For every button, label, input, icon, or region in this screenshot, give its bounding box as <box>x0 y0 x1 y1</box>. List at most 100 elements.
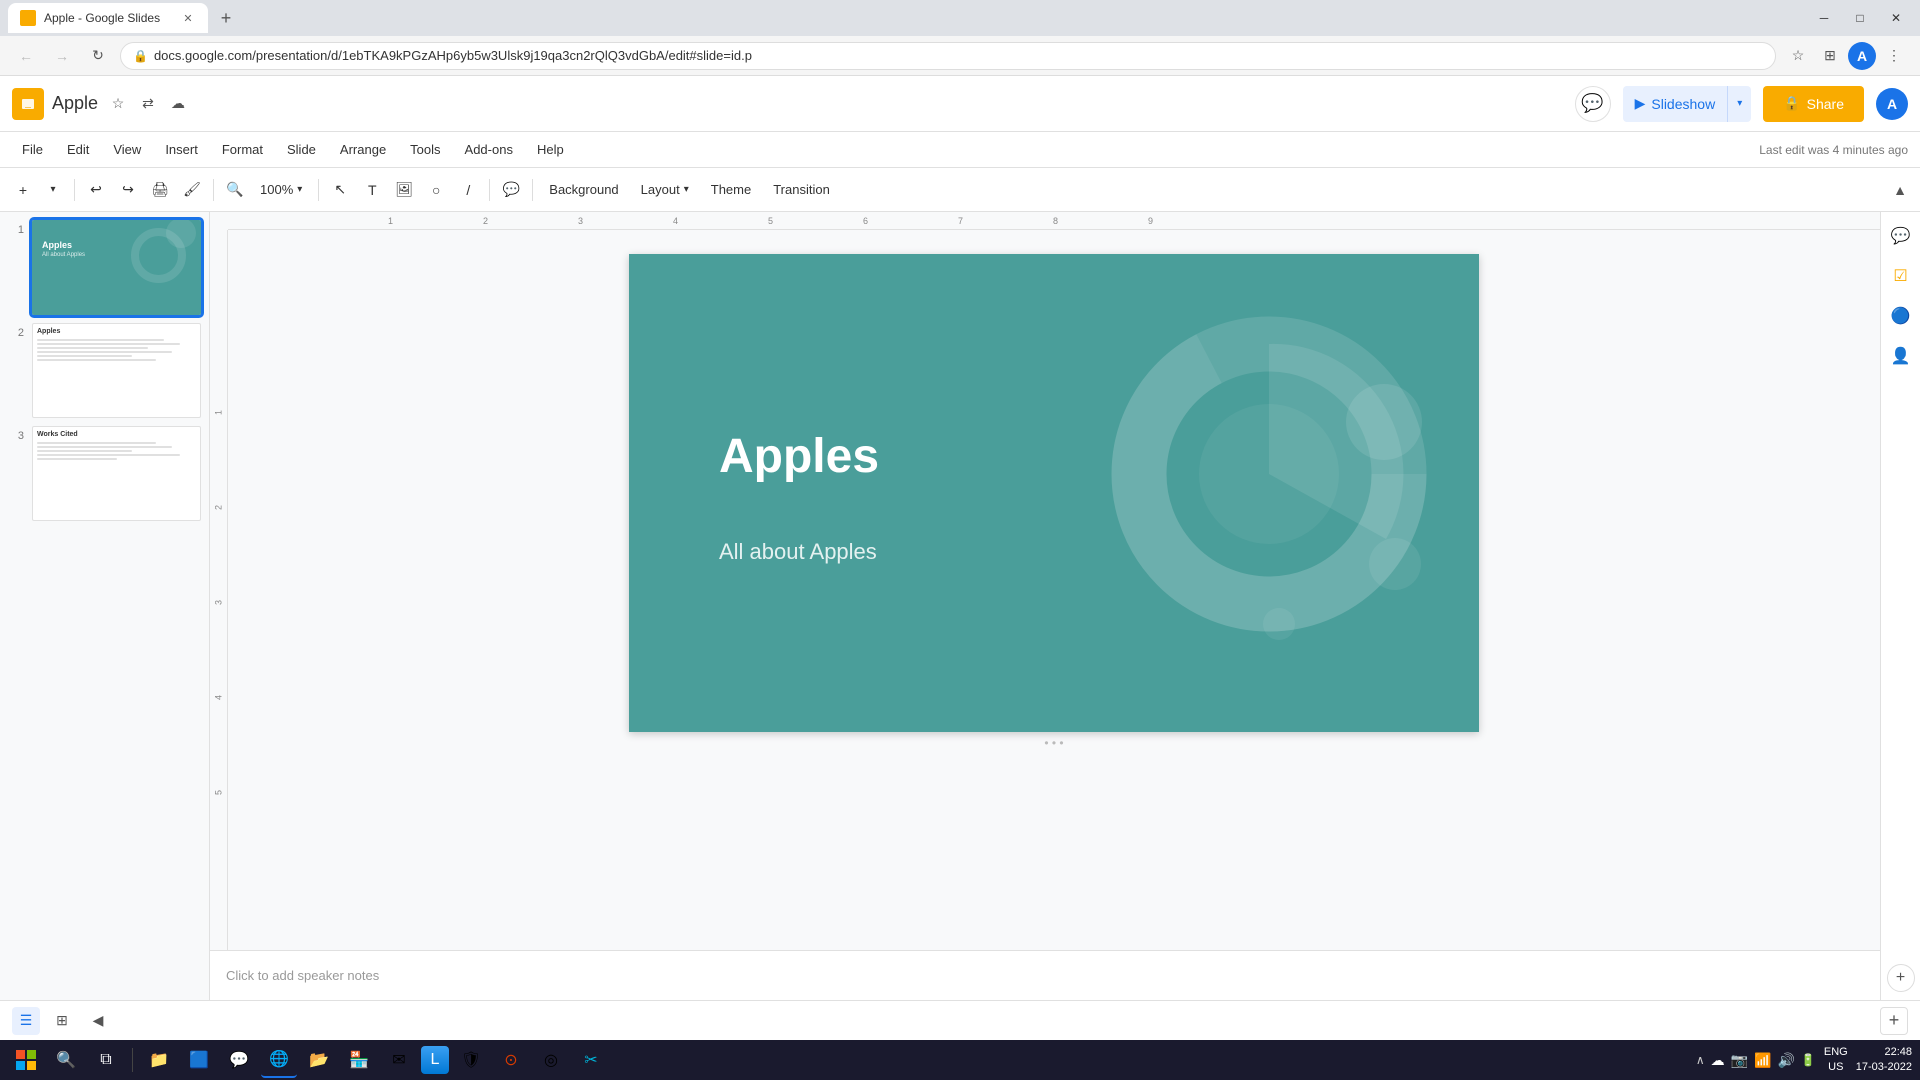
theme-button[interactable]: Theme <box>701 175 761 205</box>
slide-thumbnail-2[interactable]: Apples <box>32 323 201 418</box>
maximize-button[interactable]: □ <box>1844 8 1876 28</box>
ruler-mark: 2 <box>483 216 578 226</box>
antivirus-icon[interactable]: 🛡 <box>453 1042 489 1078</box>
office-icon[interactable]: ⊙ <box>493 1042 529 1078</box>
sidebar-add-button[interactable]: + <box>1887 964 1915 992</box>
lock-icon: 🔒 <box>133 49 148 63</box>
chrome-icon[interactable]: ◎ <box>533 1042 569 1078</box>
print-button[interactable]: 🖨 <box>145 175 175 205</box>
background-button[interactable]: Background <box>539 175 628 205</box>
search-button[interactable]: 🔍 <box>48 1042 84 1078</box>
store2-icon[interactable]: 🏪 <box>341 1042 377 1078</box>
share-button[interactable]: 🔒 Share <box>1763 86 1864 122</box>
back-button[interactable]: ← <box>12 42 40 70</box>
add-slide-button[interactable]: + <box>1880 1007 1908 1035</box>
slide-title[interactable]: Apples <box>719 429 879 484</box>
slide-thumbnail-3[interactable]: Works Cited <box>32 426 201 521</box>
text-tool[interactable]: T <box>357 175 387 205</box>
tray-volume[interactable]: 🔊 <box>1777 1052 1794 1069</box>
add-button[interactable]: + <box>8 175 38 205</box>
comments-button[interactable]: 💬 <box>1575 86 1611 122</box>
shape-tool[interactable]: ○ <box>421 175 451 205</box>
taskbar-divider <box>132 1048 133 1072</box>
edge-icon[interactable]: 🌐 <box>261 1042 297 1078</box>
browser-tab[interactable]: Apple - Google Slides ✕ <box>8 3 208 33</box>
slide-item-3[interactable]: 3 Works Cited <box>8 426 201 521</box>
menu-insert[interactable]: Insert <box>155 138 208 161</box>
redo-button[interactable]: ↪ <box>113 175 143 205</box>
forward-button[interactable]: → <box>48 42 76 70</box>
menu-format[interactable]: Format <box>212 138 273 161</box>
image-tool[interactable]: 🖼 <box>389 175 419 205</box>
store-icon[interactable]: 🟦 <box>181 1042 217 1078</box>
layout-button[interactable]: Layout ▾ <box>631 175 699 205</box>
select-tool[interactable]: ↖ <box>325 175 355 205</box>
tray-wifi[interactable]: 📶 <box>1754 1052 1771 1069</box>
collapse-panel-button[interactable]: ◀ <box>84 1007 112 1035</box>
slide-item-2[interactable]: 2 Apples <box>8 323 201 418</box>
star-button[interactable]: ☆ <box>106 92 130 116</box>
slide-canvas-container: Apples All about Apples • • • <box>228 230 1880 950</box>
grid-view-button[interactable]: ⊞ <box>48 1007 76 1035</box>
undo-button[interactable]: ↩ <box>81 175 111 205</box>
paint-button[interactable]: 🖌 <box>177 175 207 205</box>
toolbar-collapse-button[interactable]: ▲ <box>1888 178 1912 202</box>
tray-chevron[interactable]: ∧ <box>1696 1053 1705 1067</box>
slide-subtitle[interactable]: All about Apples <box>719 539 877 565</box>
slide-2-thumb-title: Apples <box>37 328 196 335</box>
browser-profile-avatar[interactable]: A <box>1848 42 1876 70</box>
tray-battery[interactable]: 🔋 <box>1801 1053 1816 1067</box>
present-button[interactable]: ▶ Slideshow <box>1623 86 1728 122</box>
zoom-field[interactable]: 100% ▾ <box>250 175 312 205</box>
line-tool[interactable]: / <box>453 175 483 205</box>
present-dropdown-button[interactable]: ▾ <box>1727 86 1751 122</box>
url-text: docs.google.com/presentation/d/1ebTKA9kP… <box>154 48 752 63</box>
window-controls: ─ □ ✕ <box>1808 8 1912 28</box>
menu-file[interactable]: File <box>12 138 53 161</box>
sidebar-tasks-button[interactable]: ☑ <box>1885 260 1917 292</box>
lync-icon[interactable]: L <box>421 1046 449 1074</box>
zoom-out-button[interactable]: 🔍 <box>220 175 250 205</box>
menu-button[interactable]: ⋮ <box>1880 42 1908 70</box>
add-dropdown[interactable]: ▾ <box>38 175 68 205</box>
new-tab-button[interactable]: + <box>212 4 240 32</box>
menu-edit[interactable]: Edit <box>57 138 99 161</box>
menu-help[interactable]: Help <box>527 138 574 161</box>
slide-2-thumb-lines <box>37 339 196 361</box>
app-profile-avatar[interactable]: A <box>1876 88 1908 120</box>
start-button[interactable] <box>8 1042 44 1078</box>
files-icon[interactable]: 📁 <box>141 1042 177 1078</box>
filmstrip-view-button[interactable]: ☰ <box>12 1007 40 1035</box>
extensions-button[interactable]: ⊞ <box>1816 42 1844 70</box>
menu-slide[interactable]: Slide <box>277 138 326 161</box>
comment-tool[interactable]: 💬 <box>496 175 526 205</box>
bookmark-button[interactable]: ☆ <box>1784 42 1812 70</box>
sidebar-comments-button[interactable]: 💬 <box>1885 220 1917 252</box>
close-button[interactable]: ✕ <box>1880 8 1912 28</box>
present-button-group: ▶ Slideshow ▾ <box>1623 86 1752 122</box>
menu-arrange[interactable]: Arrange <box>330 138 396 161</box>
sidebar-person-button[interactable]: 👤 <box>1885 340 1917 372</box>
menu-view[interactable]: View <box>103 138 151 161</box>
minimize-button[interactable]: ─ <box>1808 8 1840 28</box>
tab-close-button[interactable]: ✕ <box>180 10 196 26</box>
transition-button[interactable]: Transition <box>763 175 840 205</box>
menu-tools[interactable]: Tools <box>400 138 450 161</box>
browser-addressbar: ← → ↻ 🔒 docs.google.com/presentation/d/1… <box>0 36 1920 76</box>
task-view-button[interactable]: ⧉ <box>88 1042 124 1078</box>
slide-canvas[interactable]: Apples All about Apples <box>629 254 1479 732</box>
refresh-button[interactable]: ↻ <box>84 42 112 70</box>
address-bar[interactable]: 🔒 docs.google.com/presentation/d/1ebTKA9… <box>120 42 1776 70</box>
tray-camera[interactable]: 📷 <box>1731 1052 1748 1069</box>
speaker-notes-area[interactable]: Click to add speaker notes <box>210 950 1880 1000</box>
snip-icon[interactable]: ✂ <box>573 1042 609 1078</box>
chat-icon[interactable]: 💬 <box>221 1042 257 1078</box>
folder-icon[interactable]: 📂 <box>301 1042 337 1078</box>
move-icon[interactable]: ⇄ <box>136 92 160 116</box>
menu-addons[interactable]: Add-ons <box>455 138 523 161</box>
slide-item-1[interactable]: 1 Apples All about Apples <box>8 220 201 315</box>
sidebar-maps-button[interactable]: 🔵 <box>1885 300 1917 332</box>
mail-icon[interactable]: ✉ <box>381 1042 417 1078</box>
tray-cloud[interactable]: ☁ <box>1711 1052 1725 1069</box>
slide-thumbnail-1[interactable]: Apples All about Apples <box>32 220 201 315</box>
